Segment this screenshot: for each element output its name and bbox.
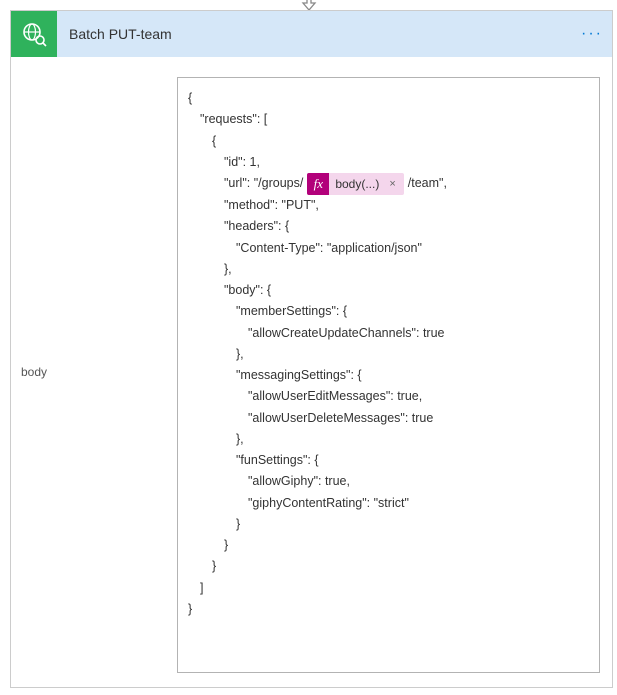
code-text: /team",	[408, 173, 447, 194]
code-line: "body": {	[188, 280, 589, 301]
action-title: Batch PUT-team	[57, 26, 572, 42]
token-remove-button[interactable]: ×	[385, 175, 399, 194]
code-line: "id": 1,	[188, 152, 589, 173]
code-line: "giphyContentRating": "strict"	[188, 493, 589, 514]
code-line: "requests": [	[188, 109, 589, 130]
action-card-header[interactable]: Batch PUT-team ···	[11, 11, 612, 57]
code-line: "Content-Type": "application/json"	[188, 238, 589, 259]
action-card: Batch PUT-team ··· body { "requests": [ …	[10, 10, 613, 688]
expression-token[interactable]: fx body(...) ×	[307, 173, 403, 195]
globe-search-icon	[11, 11, 57, 57]
code-line: "method": "PUT",	[188, 195, 589, 216]
action-card-body: body { "requests": [ { "id": 1, "url": "…	[11, 57, 612, 687]
code-line: "allowUserDeleteMessages": true	[188, 408, 589, 429]
code-line: },	[188, 344, 589, 365]
code-line: "headers": {	[188, 216, 589, 237]
action-menu-button[interactable]: ···	[572, 25, 612, 43]
code-line: "funSettings": {	[188, 450, 589, 471]
code-line: }	[188, 599, 589, 620]
code-text: "url": "/groups/	[224, 173, 303, 194]
code-line: "url": "/groups/ fx body(...) × /team",	[188, 173, 589, 195]
fx-icon: fx	[307, 173, 329, 195]
code-line: "allowCreateUpdateChannels": true	[188, 323, 589, 344]
code-line: }	[188, 535, 589, 556]
code-line: }	[188, 556, 589, 577]
code-line: "memberSettings": {	[188, 301, 589, 322]
code-line: {	[188, 88, 589, 109]
code-line: {	[188, 131, 589, 152]
code-line: "allowUserEditMessages": true,	[188, 386, 589, 407]
code-line: "allowGiphy": true,	[188, 471, 589, 492]
param-label: body	[11, 57, 171, 687]
code-line: },	[188, 429, 589, 450]
body-editor[interactable]: { "requests": [ { "id": 1, "url": "/grou…	[177, 77, 600, 673]
token-label: body(...)	[335, 174, 385, 194]
code-line: }	[188, 514, 589, 535]
code-line: "messagingSettings": {	[188, 365, 589, 386]
code-line: },	[188, 259, 589, 280]
code-line: ]	[188, 578, 589, 599]
